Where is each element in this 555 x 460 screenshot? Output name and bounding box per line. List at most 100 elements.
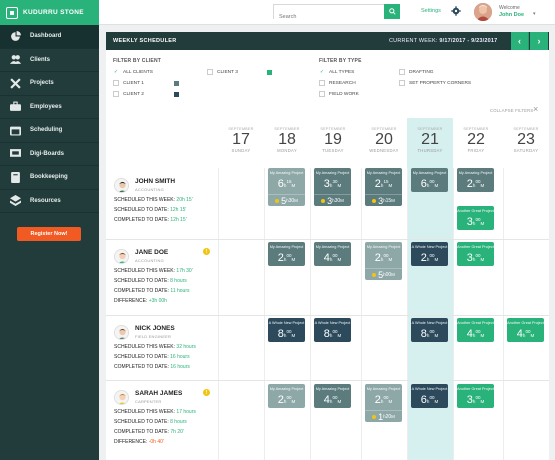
- schedule-card[interactable]: My Amazing Project 4h00M: [314, 384, 351, 409]
- schedule-card[interactable]: Another Great Project 4h00M: [457, 318, 494, 343]
- stat-label: COMPLETED TO DATE:: [114, 364, 170, 370]
- client-filter-1[interactable]: CLIENT 1: [113, 80, 144, 86]
- check-icon[interactable]: ✓: [319, 69, 325, 75]
- day-name: SATURDAY: [513, 148, 539, 153]
- schedule-card[interactable]: My Amazing Project 2h00M: [268, 242, 305, 267]
- close-icon[interactable]: ×: [533, 104, 538, 114]
- settings-link[interactable]: Settings: [421, 8, 441, 14]
- nav-item-dashboard[interactable]: Dashboard: [0, 25, 99, 49]
- schedule-card[interactable]: Another Great Project 3h00M: [457, 206, 494, 231]
- checkbox[interactable]: [113, 91, 119, 97]
- search-button[interactable]: [384, 4, 400, 19]
- stat-label: COMPLETED TO DATE:: [114, 288, 170, 294]
- collapse-filters-link[interactable]: COLLAPSE FILTERS: [490, 108, 533, 113]
- type-filter-3[interactable]: DRAFTING: [399, 69, 434, 75]
- row-divider: [106, 315, 549, 316]
- logo[interactable]: KUDURRU STONE: [0, 0, 99, 25]
- employee-avatar[interactable]: [114, 390, 129, 405]
- book-icon: [0, 171, 30, 183]
- nav-item-label: Digi-Boards: [30, 150, 65, 157]
- register-button[interactable]: Register Now!: [17, 227, 81, 241]
- schedule-card[interactable]: My Amazing Project 3h30M 3 h 30 M: [314, 168, 351, 207]
- client-filter-3[interactable]: CLIENT 3: [207, 69, 238, 75]
- current-week-label: CURRENT WEEK: 9/17/2017 - 9/23/2017: [389, 38, 498, 44]
- schedule-card[interactable]: Another Great Project 3h00M: [457, 384, 494, 409]
- type-filter-2[interactable]: FIELD WORK: [319, 91, 359, 97]
- employees-icon: [0, 101, 30, 112]
- schedule-card[interactable]: My Amazing Project 6h00M: [411, 168, 448, 193]
- stat-label: SCHEDULED TO DATE:: [114, 354, 169, 360]
- type-filter-0[interactable]: ✓ ALL TYPES: [319, 69, 354, 75]
- user-name[interactable]: John Doe: [499, 12, 524, 18]
- schedule-card[interactable]: Another Great Project 3h00M: [457, 242, 494, 267]
- checkbox[interactable]: [113, 80, 119, 86]
- stat-value: +3h 00h: [148, 298, 167, 304]
- day-header-sunday: SEPTEMBER 17 SUNDAY: [218, 118, 264, 153]
- card-minutes-unit: M: [337, 257, 342, 263]
- nav-item-digi-boards[interactable]: Digi-Boards: [0, 143, 99, 166]
- client-filter-2[interactable]: CLIENT 2: [113, 91, 144, 97]
- schedule-card[interactable]: My Amazing Project 2h15M 3 h 15 M: [365, 168, 402, 207]
- employee-name[interactable]: JOHN SMITH: [135, 178, 175, 185]
- schedule-card[interactable]: A Whole New Project 2h00M: [411, 242, 448, 267]
- day-number: 21: [421, 131, 439, 148]
- gear-icon[interactable]: [451, 6, 461, 16]
- checkbox[interactable]: [319, 80, 325, 86]
- schedule-card[interactable]: My Amazing Project 4h00M: [314, 242, 351, 267]
- status-dot-icon: [372, 414, 377, 419]
- completed-minutes-unit: M: [391, 272, 395, 278]
- card-completed-time: 1 h 20 M: [365, 410, 402, 422]
- search-input[interactable]: [274, 10, 384, 24]
- card-project-title: Another Great Project: [457, 209, 494, 213]
- nav-item-scheduling[interactable]: Scheduling: [0, 119, 99, 143]
- schedule-card[interactable]: My Amazing Project 6h15M 5 h 30 M: [268, 168, 305, 207]
- card-hours: 2h00M: [411, 250, 448, 266]
- nav-item-clients[interactable]: Clients: [0, 49, 99, 72]
- employee-avatar[interactable]: [114, 178, 129, 193]
- calendar-icon: [0, 125, 30, 136]
- schedule-card[interactable]: A Whole New Project 8h00M: [314, 318, 351, 343]
- warning-icon[interactable]: !: [203, 248, 210, 255]
- check-icon[interactable]: ✓: [113, 69, 119, 75]
- card-project-title: My Amazing Project: [269, 171, 304, 175]
- employee-name[interactable]: NICK JONES: [135, 325, 175, 332]
- employee-name[interactable]: SARAH JAMES: [135, 390, 182, 397]
- card-minutes-unit: M: [434, 183, 439, 189]
- day-name: THURSDAY: [417, 148, 443, 153]
- schedule-card[interactable]: My Amazing Project 2h00M 5 h 00 M: [365, 242, 402, 281]
- schedule-card[interactable]: A Whole New Project 6h00M: [411, 384, 448, 409]
- stat-label: DIFFERENCE:: [114, 439, 148, 445]
- checkbox[interactable]: [207, 69, 213, 75]
- employee-name[interactable]: JANE DOE: [135, 249, 168, 256]
- checkbox[interactable]: [399, 80, 405, 86]
- nav-item-employees[interactable]: Employees: [0, 96, 99, 119]
- checkbox[interactable]: [399, 69, 405, 75]
- schedule-card[interactable]: My Amazing Project 2h00M: [268, 384, 305, 409]
- chevron-down-icon[interactable]: ▾: [533, 11, 536, 17]
- schedule-card[interactable]: A Whole New Project 8h00M: [411, 318, 448, 343]
- chevron-right-icon: ›: [537, 36, 541, 46]
- nav-item-resources[interactable]: Resources: [0, 190, 99, 213]
- nav-item-projects[interactable]: Projects: [0, 72, 99, 96]
- stat-label: SCHEDULED THIS WEEK:: [114, 197, 176, 203]
- client-filter-0[interactable]: ✓ ALL CLIENTS: [113, 69, 153, 75]
- employee-avatar[interactable]: [114, 249, 129, 264]
- schedule-card[interactable]: A Whole New Project 8h00M: [268, 318, 305, 343]
- schedule-card[interactable]: My Amazing Project 2h00M 1 h 20 M: [365, 384, 402, 423]
- nav-item-label: Scheduling: [30, 127, 63, 134]
- type-filter-4[interactable]: SET PROPERTY CORNERS: [399, 80, 471, 86]
- warning-icon[interactable]: !: [203, 389, 210, 396]
- card-minutes-unit: M: [480, 257, 485, 263]
- prev-week-button[interactable]: ‹: [511, 32, 529, 50]
- type-filter-1[interactable]: RESEARCH: [319, 80, 356, 86]
- user-avatar[interactable]: [474, 3, 492, 21]
- next-week-button[interactable]: ›: [530, 32, 548, 50]
- column-divider: [310, 168, 311, 460]
- nav-item-label: Dashboard: [30, 33, 62, 40]
- schedule-card[interactable]: My Amazing Project 2h00M: [457, 168, 494, 193]
- status-dot-icon: [372, 272, 377, 277]
- checkbox[interactable]: [319, 91, 325, 97]
- schedule-card[interactable]: Another Great Project 4h00M: [507, 318, 544, 343]
- nav-item-bookkeeping[interactable]: Bookkeeping: [0, 166, 99, 190]
- employee-avatar[interactable]: [114, 325, 129, 340]
